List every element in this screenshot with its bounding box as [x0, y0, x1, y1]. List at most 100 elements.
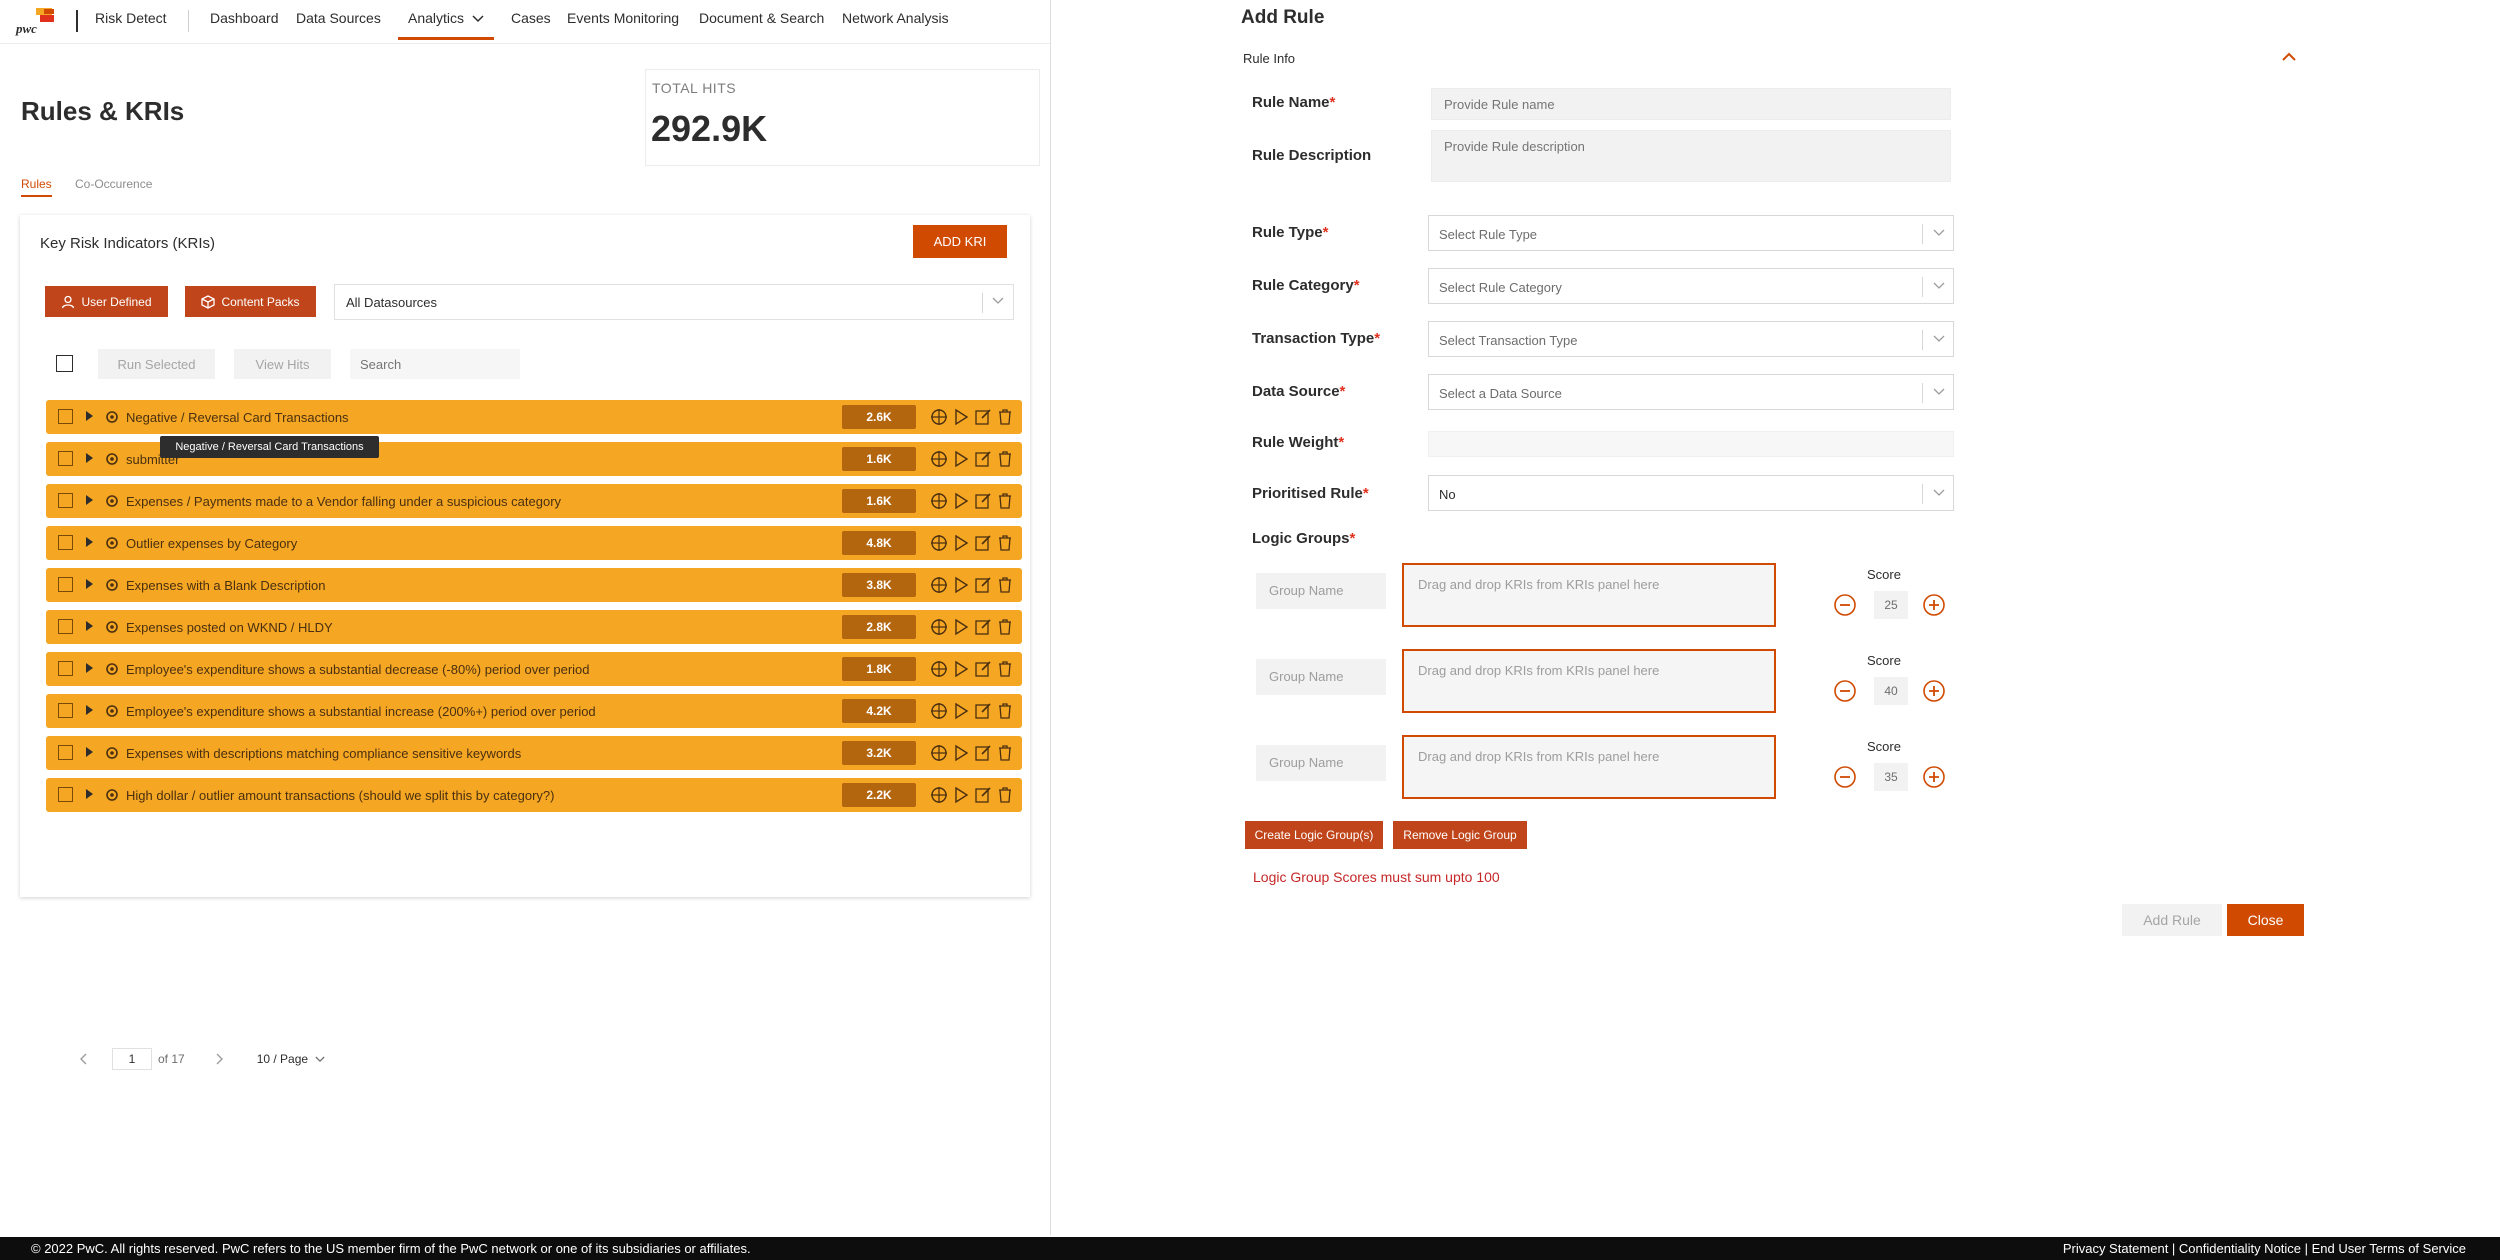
row-checkbox[interactable] — [58, 619, 73, 634]
rule-description-input[interactable] — [1431, 130, 1951, 182]
delete-icon[interactable] — [995, 449, 1015, 469]
content-packs-filter-button[interactable]: Content Packs — [185, 286, 316, 317]
expand-caret-icon[interactable] — [86, 579, 93, 589]
kri-search-input[interactable] — [350, 349, 520, 379]
add-rule-button[interactable]: Add Rule — [2122, 904, 2222, 936]
tab-rules[interactable]: Rules — [21, 177, 52, 197]
plus-circle-icon[interactable] — [1922, 593, 1946, 617]
delete-icon[interactable] — [995, 407, 1015, 427]
target-icon[interactable] — [929, 659, 949, 679]
row-checkbox[interactable] — [58, 703, 73, 718]
play-icon[interactable] — [951, 407, 971, 427]
kri-row[interactable]: High dollar / outlier amount transaction… — [46, 778, 1022, 812]
chevron-left-icon[interactable] — [80, 1053, 88, 1065]
row-checkbox[interactable] — [58, 409, 73, 424]
play-icon[interactable] — [951, 575, 971, 595]
minus-circle-icon[interactable] — [1833, 679, 1857, 703]
row-checkbox[interactable] — [58, 493, 73, 508]
chevron-up-icon[interactable] — [2282, 52, 2296, 61]
score-input[interactable]: 40 — [1874, 677, 1908, 705]
expand-caret-icon[interactable] — [86, 453, 93, 463]
view-hits-button[interactable]: View Hits — [234, 349, 331, 379]
kri-row[interactable]: Negative / Reversal Card Transactions 2.6… — [46, 400, 1022, 434]
rule-category-select[interactable]: Select Rule Category — [1428, 268, 1954, 304]
nav-data-sources[interactable]: Data Sources — [296, 10, 381, 26]
datasource-select[interactable]: All Datasources — [334, 284, 1014, 320]
play-icon[interactable] — [951, 743, 971, 763]
expand-caret-icon[interactable] — [86, 789, 93, 799]
row-checkbox[interactable] — [58, 787, 73, 802]
play-icon[interactable] — [951, 617, 971, 637]
target-icon[interactable] — [929, 407, 949, 427]
delete-icon[interactable] — [995, 617, 1015, 637]
play-icon[interactable] — [951, 785, 971, 805]
rule-name-input[interactable] — [1431, 88, 1951, 120]
target-icon[interactable] — [929, 575, 949, 595]
row-checkbox[interactable] — [58, 535, 73, 550]
kri-row[interactable]: Expenses with a Blank Description 3.8K — [46, 568, 1022, 602]
group-name-input[interactable]: Group Name — [1256, 573, 1386, 609]
tab-co-occurence[interactable]: Co-Occurence — [75, 177, 152, 191]
run-selected-button[interactable]: Run Selected — [98, 349, 215, 379]
create-logic-groups-button[interactable]: Create Logic Group(s) — [1245, 821, 1383, 849]
expand-caret-icon[interactable] — [86, 705, 93, 715]
delete-icon[interactable] — [995, 659, 1015, 679]
play-icon[interactable] — [951, 449, 971, 469]
score-input[interactable]: 25 — [1874, 591, 1908, 619]
expand-caret-icon[interactable] — [86, 663, 93, 673]
delete-icon[interactable] — [995, 701, 1015, 721]
delete-icon[interactable] — [995, 533, 1015, 553]
kri-drop-zone[interactable]: Drag and drop KRIs from KRIs panel here — [1402, 563, 1776, 627]
kri-row[interactable]: Employee's expenditure shows a substanti… — [46, 694, 1022, 728]
nav-analytics[interactable]: Analytics — [398, 10, 494, 40]
user-defined-filter-button[interactable]: User Defined — [45, 286, 168, 317]
group-name-input[interactable]: Group Name — [1256, 745, 1386, 781]
footer-links[interactable]: Privacy Statement | Confidentiality Noti… — [2063, 1241, 2466, 1256]
edit-icon[interactable] — [973, 407, 993, 427]
edit-icon[interactable] — [973, 617, 993, 637]
row-checkbox[interactable] — [58, 661, 73, 676]
row-checkbox[interactable] — [58, 577, 73, 592]
delete-icon[interactable] — [995, 575, 1015, 595]
close-button[interactable]: Close — [2227, 904, 2304, 936]
row-checkbox[interactable] — [58, 451, 73, 466]
edit-icon[interactable] — [973, 659, 993, 679]
nav-cases[interactable]: Cases — [511, 10, 551, 26]
nav-document-search[interactable]: Document & Search — [699, 10, 824, 26]
data-source-select[interactable]: Select a Data Source — [1428, 374, 1954, 410]
nav-events-monitoring[interactable]: Events Monitoring — [567, 10, 679, 26]
edit-icon[interactable] — [973, 743, 993, 763]
target-icon[interactable] — [929, 743, 949, 763]
target-icon[interactable] — [929, 701, 949, 721]
group-name-input[interactable]: Group Name — [1256, 659, 1386, 695]
prioritised-rule-select[interactable]: No — [1428, 475, 1954, 511]
edit-icon[interactable] — [973, 575, 993, 595]
play-icon[interactable] — [951, 659, 971, 679]
nav-network-analysis[interactable]: Network Analysis — [842, 10, 949, 26]
rule-weight-input[interactable] — [1428, 431, 1954, 457]
expand-caret-icon[interactable] — [86, 411, 93, 421]
select-all-checkbox[interactable] — [56, 355, 73, 372]
edit-icon[interactable] — [973, 785, 993, 805]
edit-icon[interactable] — [973, 701, 993, 721]
target-icon[interactable] — [929, 617, 949, 637]
expand-caret-icon[interactable] — [86, 621, 93, 631]
play-icon[interactable] — [951, 533, 971, 553]
chevron-right-icon[interactable] — [215, 1053, 223, 1065]
row-checkbox[interactable] — [58, 745, 73, 760]
delete-icon[interactable] — [995, 785, 1015, 805]
add-kri-button[interactable]: ADD KRI — [913, 225, 1007, 258]
edit-icon[interactable] — [973, 533, 993, 553]
nav-dashboard[interactable]: Dashboard — [210, 10, 279, 26]
delete-icon[interactable] — [995, 743, 1015, 763]
minus-circle-icon[interactable] — [1833, 765, 1857, 789]
edit-icon[interactable] — [973, 449, 993, 469]
kri-row[interactable]: Employee's expenditure shows a substanti… — [46, 652, 1022, 686]
score-input[interactable]: 35 — [1874, 763, 1908, 791]
rule-type-select[interactable]: Select Rule Type — [1428, 215, 1954, 251]
app-name[interactable]: Risk Detect — [95, 10, 167, 26]
kri-row[interactable]: Expenses / Payments made to a Vendor fal… — [46, 484, 1022, 518]
expand-caret-icon[interactable] — [86, 747, 93, 757]
play-icon[interactable] — [951, 491, 971, 511]
delete-icon[interactable] — [995, 491, 1015, 511]
